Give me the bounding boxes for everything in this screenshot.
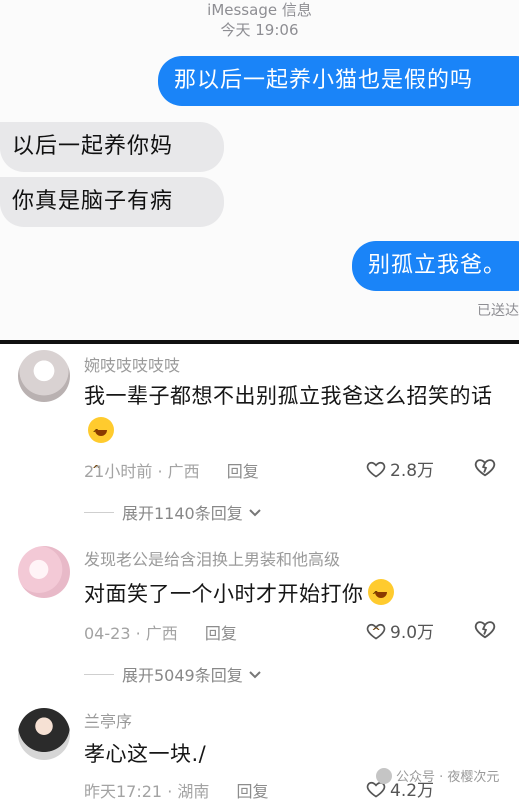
meta-separator: ·: [135, 624, 146, 643]
chevron-down-icon: [249, 509, 261, 517]
conversation-header: iMessage 信息: [207, 1, 312, 19]
comment-time: 04-23: [84, 624, 131, 643]
expand-label: 展开1140条回复: [122, 504, 243, 523]
conversation-timestamp: 今天 19:06: [220, 21, 299, 39]
outgoing-message[interactable]: 那以后一起养小猫也是假的吗: [158, 56, 519, 106]
wechat-official-account-icon: [376, 767, 392, 784]
comment-item: 婉吱吱吱吱吱 我一辈子都想不出别孤立我爸这么招笑的话 21小时前 · 广西 回复…: [0, 344, 519, 534]
comment-location: 广西: [167, 462, 200, 481]
heart-outline-icon: [366, 461, 386, 477]
like-button[interactable]: 2.8万: [366, 456, 434, 481]
broken-heart-icon[interactable]: [474, 456, 496, 478]
avatar[interactable]: [18, 546, 70, 598]
avatar[interactable]: [18, 708, 70, 760]
comment-text: 对面笑了一个小时才开始打你: [84, 576, 504, 650]
reply-button[interactable]: 回复: [227, 462, 259, 481]
expand-replies-button[interactable]: 展开5049条回复: [84, 662, 263, 686]
comment-username[interactable]: 兰亭序: [84, 708, 132, 732]
reply-button[interactable]: 回复: [205, 624, 237, 643]
comment-text-content: 我一辈子都想不出别孤立我爸这么招笑的话: [84, 384, 493, 408]
comment-meta: 昨天17:21 · 湖南 回复: [84, 778, 269, 802]
comment-item: 发现老公是给含泪换上男装和他高级 对面笑了一个小时才开始打你 04-23 · 广…: [0, 538, 519, 698]
comment-text-content: 对面笑了一个小时才开始打你: [84, 582, 364, 606]
avatar[interactable]: [18, 350, 70, 402]
meta-separator: ·: [167, 782, 178, 801]
comment-username[interactable]: 婉吱吱吱吱吱: [84, 352, 180, 376]
laughing-emoji-icon: [88, 416, 114, 488]
broken-heart-icon[interactable]: [474, 618, 496, 640]
meta-separator: ·: [157, 462, 168, 481]
expand-line: [84, 673, 114, 675]
laughing-emoji-icon: [367, 578, 394, 650]
comment-time: 21小时前: [84, 462, 153, 481]
comment-location: 广西: [145, 624, 178, 643]
reply-button[interactable]: 回复: [237, 782, 269, 801]
outgoing-message[interactable]: 别孤立我爸。: [352, 241, 519, 291]
imessage-screenshot: iMessage 信息 今天 19:06 那以后一起养小猫也是假的吗 以后一起养…: [0, 0, 519, 340]
incoming-message[interactable]: 你真是脑子有病: [0, 177, 224, 227]
comment-text: 我一辈子都想不出别孤立我爸这么招笑的话: [84, 378, 504, 488]
watermark-text: 公众号 · 夜樱次元: [396, 770, 500, 785]
expand-label: 展开5049条回复: [122, 666, 243, 685]
watermark: 公众号 · 夜樱次元: [376, 766, 499, 785]
comment-text-content: 孝心这一块./: [84, 742, 207, 766]
expand-replies-button[interactable]: 展开1140条回复: [84, 500, 263, 524]
delivery-status: 已送达: [477, 303, 519, 319]
comment-location: 湖南: [177, 782, 210, 801]
comment-meta: 21小时前 · 广西 回复: [84, 458, 259, 482]
expand-line: [84, 511, 114, 513]
chevron-down-icon: [249, 671, 261, 679]
comment-username[interactable]: 发现老公是给含泪换上男装和他高级: [84, 546, 340, 570]
like-button[interactable]: 9.0万: [366, 618, 434, 643]
like-count: 9.0万: [390, 623, 435, 643]
incoming-message[interactable]: 以后一起养你妈: [0, 122, 224, 172]
comment-item: 兰亭序 孝心这一块./ 昨天17:21 · 湖南 回复 4.2万: [0, 700, 519, 802]
heart-outline-icon: [366, 623, 386, 639]
like-count: 2.8万: [390, 461, 435, 481]
comment-time: 昨天17:21: [84, 782, 163, 801]
comment-meta: 04-23 · 广西 回复: [84, 620, 237, 644]
